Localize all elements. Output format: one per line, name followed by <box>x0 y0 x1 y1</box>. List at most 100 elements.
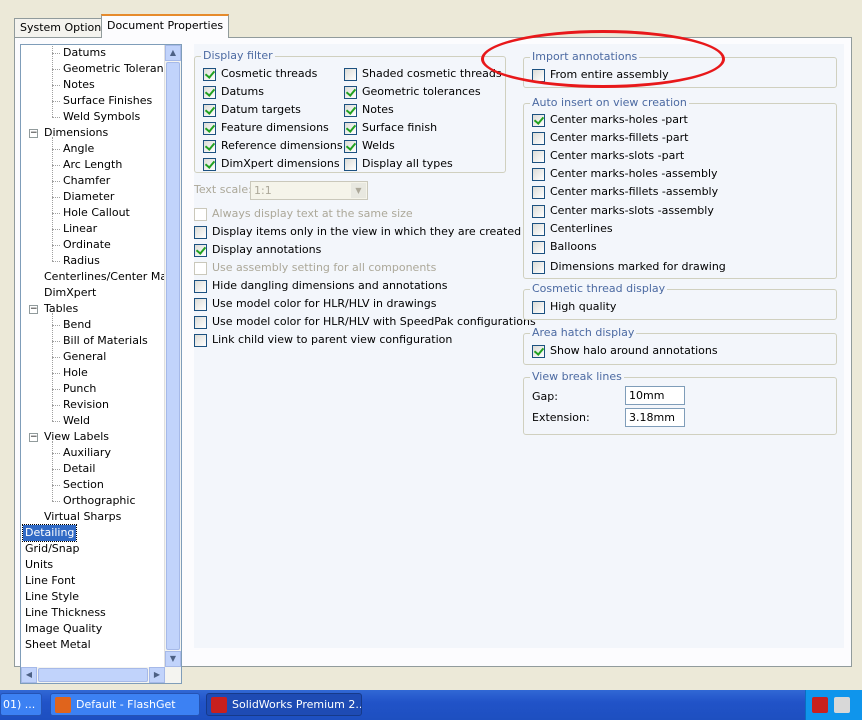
taskbar-button-flashget[interactable]: Default - FlashGet <box>50 693 200 716</box>
scroll-right-button[interactable]: ▶ <box>149 667 165 683</box>
checkbox-label: From entire assembly <box>550 68 669 81</box>
scroll-down-button[interactable]: ▼ <box>165 651 181 667</box>
checkbox[interactable] <box>532 132 545 145</box>
checkbox[interactable] <box>532 150 545 163</box>
tree-item-datums[interactable]: Datums <box>63 45 106 61</box>
checkbox[interactable] <box>203 86 216 99</box>
tree-item-linear[interactable]: Linear <box>63 221 97 237</box>
checkbox[interactable] <box>344 140 357 153</box>
checkbox[interactable] <box>194 244 207 257</box>
tree-item-line-font[interactable]: Line Font <box>25 573 75 589</box>
tree-item-dimensions[interactable]: Dimensions <box>44 125 108 141</box>
extension-input[interactable]: 3.18mm <box>625 408 685 427</box>
tree-item-dimxpert[interactable]: DimXpert <box>44 285 96 301</box>
checkbox[interactable] <box>203 68 216 81</box>
checkbox[interactable] <box>532 205 545 218</box>
tree-item-sheet-metal[interactable]: Sheet Metal <box>25 637 91 653</box>
tree-item-weld[interactable]: Weld <box>63 413 90 429</box>
checkbox[interactable] <box>203 104 216 117</box>
tree-item-detailing[interactable]: Detailing <box>21 524 78 542</box>
checkbox[interactable] <box>532 261 545 274</box>
checkbox-label: DimXpert dimensions <box>221 157 340 170</box>
tree-item-hole[interactable]: Hole <box>63 365 88 381</box>
checkbox[interactable] <box>203 158 216 171</box>
tree-item-arc-length[interactable]: Arc Length <box>63 157 122 173</box>
tree-item-detail[interactable]: Detail <box>63 461 95 477</box>
solidworks-tray-icon[interactable] <box>812 697 828 713</box>
checkbox[interactable] <box>344 158 357 171</box>
horizontal-scroll-thumb[interactable] <box>38 668 148 682</box>
checkbox[interactable] <box>194 226 207 239</box>
text-scale-combo[interactable]: 1:1 ▼ <box>250 181 368 200</box>
chevron-down-icon[interactable]: ▼ <box>351 183 366 198</box>
checkbox[interactable] <box>532 114 545 127</box>
tree-item-image-quality[interactable]: Image Quality <box>25 621 102 637</box>
checkbox[interactable] <box>344 104 357 117</box>
collapse-icon[interactable]: − <box>29 433 38 442</box>
collapse-icon[interactable]: − <box>29 129 38 138</box>
checkbox[interactable] <box>532 168 545 181</box>
tree-item-angle[interactable]: Angle <box>63 141 94 157</box>
checkbox[interactable] <box>203 140 216 153</box>
tab-system-options[interactable]: System Options <box>14 18 113 37</box>
checkbox[interactable] <box>194 280 207 293</box>
tree-item-grid-snap[interactable]: Grid/Snap <box>25 541 79 557</box>
tree-item-diameter[interactable]: Diameter <box>63 189 114 205</box>
checkbox[interactable] <box>203 122 216 135</box>
checkbox[interactable] <box>532 241 545 254</box>
checkbox[interactable] <box>194 334 207 347</box>
checkbox[interactable] <box>532 345 545 358</box>
checkbox[interactable] <box>532 301 545 314</box>
checkbox <box>194 262 207 275</box>
tab-document-properties[interactable]: Document Properties <box>101 14 230 38</box>
gap-input[interactable]: 10mm <box>625 386 685 405</box>
tree-item-punch[interactable]: Punch <box>63 381 96 397</box>
checkbox[interactable] <box>532 186 545 199</box>
tree-item-tables[interactable]: Tables <box>44 301 78 317</box>
tree-item-notes[interactable]: Notes <box>63 77 95 93</box>
tree-item-bend[interactable]: Bend <box>63 317 91 333</box>
checkbox[interactable] <box>344 86 357 99</box>
tree-item-section[interactable]: Section <box>63 477 104 493</box>
tree-item-weld-symbols[interactable]: Weld Symbols <box>63 109 140 125</box>
tree-item-revision[interactable]: Revision <box>63 397 109 413</box>
checkbox-label: Centerlines <box>550 222 613 235</box>
scroll-up-button[interactable]: ▲ <box>165 45 181 61</box>
tree-item-orthographic[interactable]: Orthographic <box>63 493 136 509</box>
tree-connector <box>52 45 53 117</box>
tree-item-ordinate[interactable]: Ordinate <box>63 237 111 253</box>
tree-item-hole-callout[interactable]: Hole Callout <box>63 205 130 221</box>
tree-item-centerlines-center-marks[interactable]: Centerlines/Center Marks <box>44 269 166 285</box>
collapse-icon[interactable]: − <box>29 305 38 314</box>
tree-item-geometric-tolerances[interactable]: Geometric Tolerances <box>63 61 166 77</box>
taskbar-button-window[interactable]: 01) ... <box>0 693 42 716</box>
tree-item-surface-finishes[interactable]: Surface Finishes <box>63 93 152 109</box>
taskbar-button-label: 01) ... <box>3 698 36 711</box>
tree-item-view-labels[interactable]: View Labels <box>44 429 109 445</box>
checkbox[interactable] <box>532 223 545 236</box>
scroll-thumb[interactable] <box>166 62 180 650</box>
tree-vertical-scrollbar[interactable]: ▲ ▼ <box>164 45 181 667</box>
tree-item-line-style[interactable]: Line Style <box>25 589 79 605</box>
tree-item-line-thickness[interactable]: Line Thickness <box>25 605 106 621</box>
taskbar-button-solidworks[interactable]: SolidWorks Premium 2... <box>206 693 362 716</box>
checkbox[interactable] <box>532 69 545 82</box>
checkbox[interactable] <box>194 298 207 311</box>
tree-item-radius[interactable]: Radius <box>63 253 100 269</box>
checkbox[interactable] <box>194 316 207 329</box>
network-tray-icon[interactable] <box>834 697 850 713</box>
tree-horizontal-scrollbar[interactable]: ◀ ▶ <box>21 667 181 683</box>
checkbox[interactable] <box>344 122 357 135</box>
checkbox-label: Balloons <box>550 240 597 253</box>
tree-item-bill-of-materials[interactable]: Bill of Materials <box>63 333 148 349</box>
tree-item-auxiliary[interactable]: Auxiliary <box>63 445 111 461</box>
tree-item-general[interactable]: General <box>63 349 106 365</box>
tree-item-virtual-sharps[interactable]: Virtual Sharps <box>44 509 121 525</box>
tree-item-units[interactable]: Units <box>25 557 53 573</box>
tree-item-chamfer[interactable]: Chamfer <box>63 173 110 189</box>
checkbox-label: Surface finish <box>362 121 438 134</box>
tree-connector <box>52 485 60 486</box>
checkbox[interactable] <box>344 68 357 81</box>
checkbox-label: Center marks-fillets -part <box>550 131 689 144</box>
scroll-left-button[interactable]: ◀ <box>21 667 37 683</box>
